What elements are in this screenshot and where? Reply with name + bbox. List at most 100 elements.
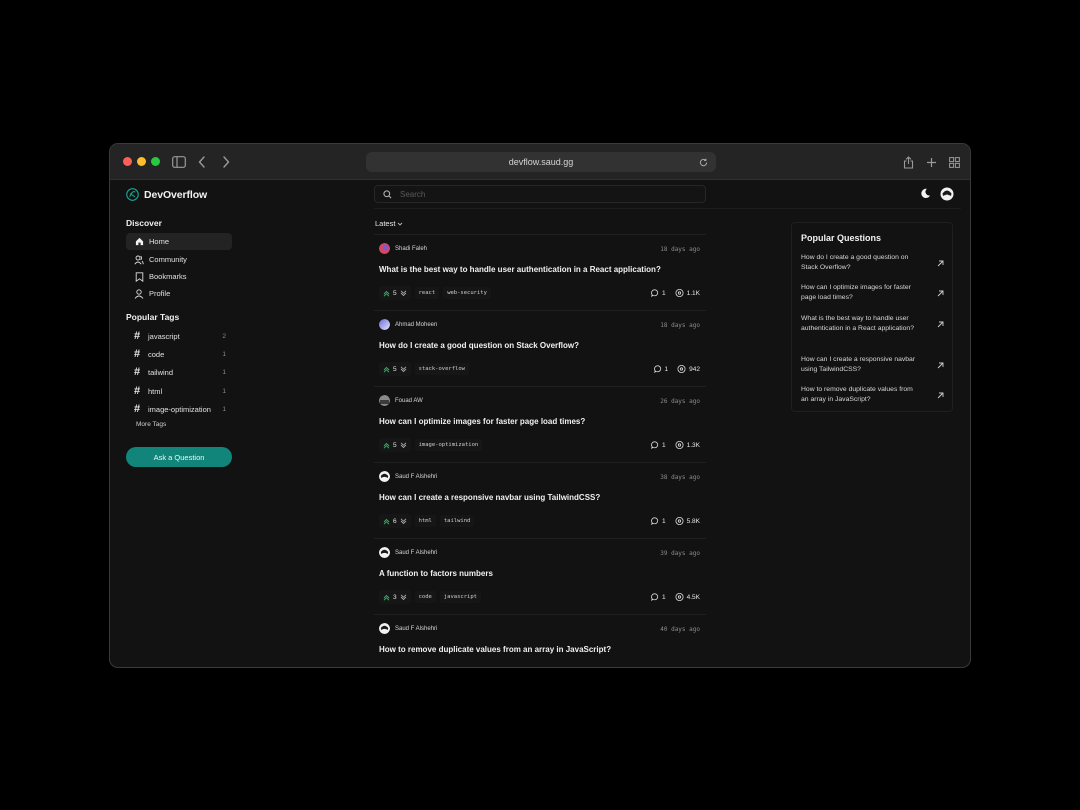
- downvote-icon[interactable]: [400, 365, 407, 373]
- answers-stat: 1: [651, 593, 666, 601]
- upvote-icon[interactable]: [383, 442, 390, 449]
- question-date: 26 days ago: [660, 398, 700, 405]
- ask-question-button[interactable]: Ask a Question: [126, 447, 232, 467]
- popular-question-title: How do I create a good question on Stack…: [801, 254, 909, 271]
- views-count: 1.3K: [686, 441, 700, 449]
- downvote-icon[interactable]: [400, 517, 407, 525]
- sidebar-item-community[interactable]: Community: [126, 251, 232, 268]
- upvote-icon[interactable]: [383, 366, 390, 373]
- question-meta: 5 react web-security: [379, 286, 491, 300]
- vote-control[interactable]: 6: [379, 514, 411, 528]
- question-tag[interactable]: stack-overflow: [414, 363, 469, 375]
- share-icon[interactable]: [899, 153, 917, 171]
- question-tag[interactable]: web-security: [443, 287, 491, 299]
- question-title[interactable]: How to remove duplicate values from an a…: [379, 645, 611, 654]
- question-stats: 1 5.8K: [651, 514, 700, 528]
- question-author[interactable]: Fouad AW: [379, 395, 423, 406]
- question-author[interactable]: Saud F Alshehri: [379, 547, 437, 558]
- address-bar[interactable]: devflow.saud.gg: [366, 152, 716, 172]
- more-tags-link[interactable]: More Tags: [136, 421, 166, 428]
- close-window-button[interactable]: [123, 157, 132, 166]
- sidebar-tag-image-optimization[interactable]: # image-optimization 1: [134, 402, 226, 416]
- question-tag[interactable]: javascript: [439, 591, 481, 603]
- forward-icon[interactable]: [217, 153, 235, 171]
- reload-icon[interactable]: [696, 155, 710, 169]
- question-title[interactable]: A function to factors numbers: [379, 569, 493, 578]
- sidebar-item-home[interactable]: Home: [126, 233, 232, 250]
- popular-question-item[interactable]: How do I create a good question on Stack…: [801, 253, 945, 273]
- sort-label: Latest: [375, 219, 396, 228]
- question-title[interactable]: How can I create a responsive navbar usi…: [379, 493, 600, 502]
- search-input[interactable]: [400, 189, 680, 199]
- sidebar-item-label: Bookmarks: [149, 272, 187, 281]
- question-card[interactable]: Saud F Alshehri 38 days ago How can I cr…: [374, 462, 706, 538]
- downvote-icon[interactable]: [400, 289, 407, 297]
- answers-count: 1: [662, 593, 666, 601]
- back-icon[interactable]: [193, 153, 211, 171]
- maximize-window-button[interactable]: [151, 157, 160, 166]
- tab-overview-icon[interactable]: [945, 153, 963, 171]
- upvote-icon[interactable]: [383, 518, 390, 525]
- minimize-window-button[interactable]: [137, 157, 146, 166]
- author-name: Saud F Alshehri: [395, 473, 438, 480]
- vote-control[interactable]: 5: [379, 286, 411, 300]
- answers-stat: 1: [653, 365, 668, 373]
- downvote-icon[interactable]: [400, 441, 407, 449]
- new-tab-icon[interactable]: [922, 153, 940, 171]
- question-title[interactable]: How do I create a good question on Stack…: [379, 341, 579, 350]
- vote-control[interactable]: 3: [379, 590, 411, 604]
- sidebar-toggle-icon[interactable]: [170, 153, 188, 171]
- sidebar-tag-javascript[interactable]: # javascript 2: [134, 329, 226, 343]
- question-title[interactable]: How can I optimize images for faster pag…: [379, 417, 585, 426]
- author-avatar: [379, 243, 390, 254]
- question-card[interactable]: Ahmad Moheen 18 days ago How do I create…: [374, 310, 706, 386]
- question-tag[interactable]: html: [414, 515, 436, 527]
- popular-question-item[interactable]: What is the best way to handle user auth…: [801, 314, 945, 334]
- question-tag[interactable]: image-optimization: [414, 439, 483, 451]
- eye-icon: [677, 365, 686, 373]
- sidebar-tag-code[interactable]: # code 1: [134, 347, 226, 361]
- tag-count: 1: [222, 405, 226, 413]
- question-author[interactable]: Saud F Alshehri: [379, 471, 437, 482]
- question-tag[interactable]: code: [414, 591, 436, 603]
- answers-stat: 1: [651, 441, 666, 449]
- question-title[interactable]: What is the best way to handle user auth…: [379, 265, 661, 274]
- sidebar-item-label: Community: [149, 255, 187, 264]
- author-name: Saud F Alshehri: [395, 549, 438, 556]
- popular-question-item[interactable]: How to remove duplicate values from an a…: [801, 385, 945, 405]
- downvote-icon[interactable]: [400, 593, 407, 601]
- question-tag[interactable]: tailwind: [439, 515, 475, 527]
- answers-count: 1: [662, 517, 666, 525]
- theme-toggle-moon-icon[interactable]: [918, 186, 932, 200]
- upvote-icon[interactable]: [383, 290, 390, 297]
- question-card[interactable]: Fouad AW 26 days ago How can I optimize …: [374, 386, 706, 462]
- sidebar-item-profile[interactable]: Profile: [126, 285, 232, 302]
- question-card[interactable]: Shadi Faleh 18 days ago What is the best…: [374, 234, 706, 310]
- popular-question-title: How to remove duplicate values from an a…: [801, 386, 913, 403]
- sidebar-item-bookmarks[interactable]: Bookmarks: [126, 268, 232, 285]
- tag-name: tailwind: [148, 367, 174, 377]
- eye-icon: [675, 517, 684, 525]
- sidebar-tag-html[interactable]: # html 1: [134, 384, 226, 398]
- question-tag[interactable]: react: [414, 287, 440, 299]
- question-author[interactable]: Shadi Faleh: [379, 243, 427, 254]
- hash-icon: #: [134, 348, 141, 360]
- vote-control[interactable]: 5: [379, 438, 411, 452]
- popular-question-item[interactable]: How can I create a responsive navbar usi…: [801, 355, 945, 375]
- vote-control[interactable]: 5: [379, 362, 411, 376]
- upvote-icon[interactable]: [383, 594, 390, 601]
- question-card[interactable]: Saud F Alshehri 39 days ago A function t…: [374, 538, 706, 614]
- user-avatar[interactable]: [939, 186, 954, 201]
- question-author[interactable]: Ahmad Moheen: [379, 319, 437, 330]
- answers-stat: 1: [651, 517, 666, 525]
- popular-questions-panel: Popular Questions How do I create a good…: [791, 222, 953, 412]
- sort-dropdown[interactable]: Latest: [375, 219, 403, 228]
- sidebar-tag-tailwind[interactable]: # tailwind 1: [134, 365, 226, 379]
- popular-question-item[interactable]: How can I optimize images for faster pag…: [801, 283, 945, 303]
- question-author[interactable]: Saud F Alshehri: [379, 623, 437, 634]
- hash-icon: #: [134, 385, 141, 397]
- browser-window: devflow.saud.gg DevOverflow D: [109, 143, 971, 668]
- app-logo[interactable]: DevOverflow: [126, 188, 207, 201]
- global-search[interactable]: [374, 185, 706, 203]
- question-card[interactable]: Saud F Alshehri 40 days ago How to remov…: [374, 614, 706, 667]
